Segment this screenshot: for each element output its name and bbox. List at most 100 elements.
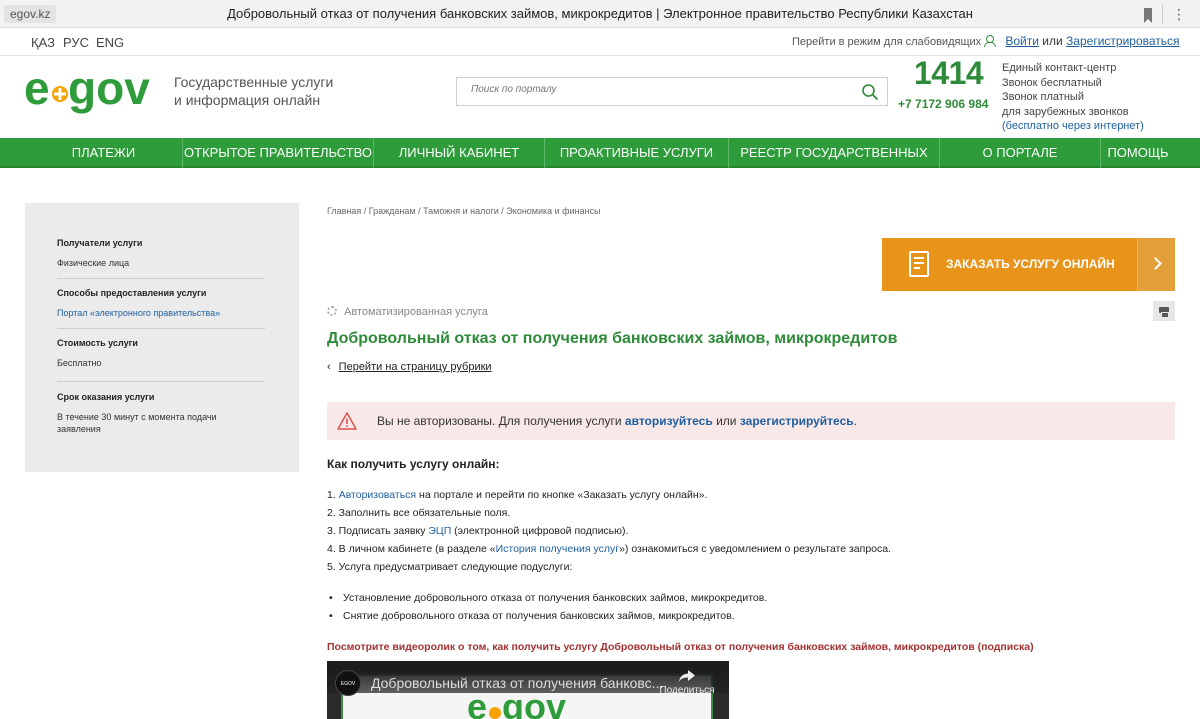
breadcrumb[interactable]: Главная / Гражданам / Таможня и налоги /… bbox=[327, 206, 601, 216]
step-1: 1. Авторизоваться на портале и перейти п… bbox=[327, 486, 891, 504]
term-title: Срок оказания услуги bbox=[57, 392, 155, 402]
contact-center-number[interactable]: 1414 bbox=[914, 55, 984, 92]
share-label: Поделиться bbox=[659, 685, 715, 696]
nav-personal-account[interactable]: ЛИЧНЫЙ КАБИНЕТ bbox=[374, 138, 545, 168]
step-4: 4. В личном кабинете (в разделе «История… bbox=[327, 540, 891, 558]
utility-bar: ҚАЗ РУС ENG Перейти в режим для слабовид… bbox=[0, 28, 1200, 56]
browser-bar: egov.kz Добровольный отказ от получения … bbox=[0, 0, 1200, 28]
tagline-line-2: и информация онлайн bbox=[174, 92, 321, 108]
print-icon[interactable] bbox=[1153, 301, 1175, 321]
step-1-text: на портале и перейти по кнопке «Заказать… bbox=[416, 489, 708, 501]
term-value: В течение 30 минут с момента подачи заяв… bbox=[57, 412, 217, 434]
steps-list: 1. Авторизоваться на портале и перейти п… bbox=[327, 486, 891, 576]
alert-period: . bbox=[853, 414, 857, 428]
cost-value: Бесплатно bbox=[57, 358, 102, 368]
alert-text: Вы не авторизованы. Для получения услуги bbox=[377, 414, 622, 428]
automated-service-text: Автоматизированная услуга bbox=[344, 306, 488, 318]
svg-text:gov: gov bbox=[68, 62, 150, 114]
chevron-left-icon: ‹ bbox=[327, 361, 331, 373]
methods-block: Способы предоставления услуги Портал «эл… bbox=[57, 288, 265, 319]
alert-or-text: или bbox=[716, 414, 737, 428]
divider bbox=[57, 328, 265, 329]
nav-proactive-services[interactable]: ПРОАКТИВНЫЕ УСЛУГИ bbox=[545, 138, 729, 168]
order-button-label: ЗАКАЗАТЬ УСЛУГУ ОНЛАЙН bbox=[946, 257, 1115, 271]
service-info-sidebar: Получатели услуги Физические лица Способ… bbox=[25, 203, 299, 472]
divider bbox=[57, 278, 265, 279]
back-link-text: Перейти на страницу рубрики bbox=[338, 361, 492, 373]
contact-note: Звонок бесплатный bbox=[1002, 76, 1102, 89]
or-text: или bbox=[1042, 34, 1063, 48]
contact-notes: Единый контакт-центр Звонок бесплатный З… bbox=[1002, 61, 1144, 134]
egov-logo[interactable]: e gov bbox=[24, 62, 164, 118]
contact-note: для зарубежных звонков bbox=[1002, 105, 1129, 118]
step-4-text-end: ») ознакомиться с уведомлением о результ… bbox=[619, 543, 892, 555]
low-vision-link[interactable]: Перейти в режим для слабовидящих bbox=[792, 36, 981, 48]
back-to-category-link[interactable]: ‹ Перейти на страницу рубрики bbox=[327, 361, 492, 373]
step-1-login-link[interactable]: Авторизоваться bbox=[339, 489, 416, 501]
bookmark-icon[interactable] bbox=[1144, 8, 1152, 23]
cost-block: Стоимость услуги Бесплатно bbox=[57, 338, 265, 369]
lang-kaz[interactable]: ҚАЗ bbox=[31, 35, 55, 50]
order-service-online-button[interactable]: ЗАКАЗАТЬ УСЛУГУ ОНЛАЙН bbox=[882, 238, 1175, 291]
divider bbox=[1162, 4, 1163, 24]
methods-title: Способы предоставления услуги bbox=[57, 288, 207, 298]
contact-note-link[interactable]: (бесплатно через интернет) bbox=[1002, 119, 1144, 134]
recipients-block: Получатели услуги Физические лица bbox=[57, 238, 265, 269]
recipients-value: Физические лица bbox=[57, 258, 130, 268]
how-to-get-title: Как получить услугу онлайн: bbox=[327, 457, 500, 471]
tagline: Государственные услуги и информация онла… bbox=[174, 73, 364, 109]
step-2: 2. Заполнить все обязательные поля. bbox=[327, 507, 511, 519]
cost-title: Стоимость услуги bbox=[57, 338, 138, 348]
subservice-item: Установление добровольного отказа от пол… bbox=[327, 589, 767, 607]
contact-note: Единый контакт-центр bbox=[1002, 62, 1117, 74]
step-4-text: 4. В личном кабинете (в разделе « bbox=[327, 543, 496, 555]
nav-payments[interactable]: ПЛАТЕЖИ bbox=[25, 138, 183, 168]
user-icon bbox=[984, 35, 996, 47]
tagline-line-1: Государственные услуги bbox=[174, 74, 334, 90]
step-3: 3. Подписать заявку ЭЦП (электронной циф… bbox=[327, 522, 891, 540]
auth-warning-alert: Вы не авторизованы. Для получения услуги… bbox=[327, 402, 1175, 440]
nav-services-registry[interactable]: РЕЕСТР ГОСУДАРСТВЕННЫХ УСЛУГ bbox=[729, 138, 940, 190]
share-icon bbox=[679, 670, 695, 682]
video-player[interactable]: e gov EGOV Добровольный отказ от получен… bbox=[327, 661, 729, 719]
nav-help[interactable]: ПОМОЩЬ bbox=[1101, 138, 1175, 168]
alert-message: Вы не авторизованы. Для получения услуги… bbox=[377, 402, 857, 440]
page-title: Добровольный отказ от получения банковск… bbox=[327, 330, 898, 347]
subservice-item: Снятие добровольного отказа от получения… bbox=[327, 607, 767, 625]
search-input[interactable] bbox=[471, 84, 851, 95]
lang-eng[interactable]: ENG bbox=[96, 35, 124, 50]
video-caption: Посмотрите видеоролик о том, как получит… bbox=[327, 641, 1034, 653]
search-box bbox=[456, 77, 888, 106]
register-link[interactable]: Зарегистрироваться bbox=[1066, 34, 1179, 48]
share-button[interactable]: Поделиться bbox=[657, 669, 717, 696]
subservices-list: Установление добровольного отказа от пол… bbox=[327, 589, 767, 625]
lang-rus[interactable]: РУС bbox=[63, 35, 89, 50]
channel-avatar[interactable]: EGOV bbox=[335, 670, 361, 696]
main-nav: ПЛАТЕЖИ ОТКРЫТОЕ ПРАВИТЕЛЬСТВО ЛИЧНЫЙ КА… bbox=[0, 138, 1200, 190]
contact-note: Звонок платный bbox=[1002, 91, 1084, 103]
step-4-history-link[interactable]: История получения услуг bbox=[496, 543, 619, 555]
contact-phone-number[interactable]: +7 7172 906 984 bbox=[898, 97, 988, 111]
step-3-text-end: (электронной цифровой подписью). bbox=[451, 525, 629, 537]
divider bbox=[57, 381, 265, 382]
svg-text:e: e bbox=[24, 62, 50, 114]
step-3-eds-link[interactable]: ЭЦП bbox=[428, 525, 451, 537]
step-3-text: 3. Подписать заявку bbox=[327, 525, 429, 537]
gear-icon bbox=[327, 306, 337, 316]
document-icon bbox=[909, 251, 929, 277]
step-5: 5. Услуга предусматривает следующие поду… bbox=[327, 561, 573, 573]
search-icon[interactable] bbox=[861, 83, 879, 101]
chevron-right-icon bbox=[1137, 238, 1175, 291]
methods-value-link[interactable]: Портал «электронного правительства» bbox=[57, 307, 265, 319]
alert-login-link[interactable]: авторизуйтесь bbox=[625, 414, 713, 428]
alert-register-link[interactable]: зарегистрируйтесь bbox=[740, 414, 854, 428]
video-title[interactable]: Добровольный отказ от получения банковс.… bbox=[371, 675, 663, 691]
step-1-number: 1. bbox=[327, 489, 339, 501]
page-tab-title: Добровольный отказ от получения банковск… bbox=[227, 6, 973, 21]
more-menu-icon[interactable]: ⋮ bbox=[1172, 3, 1186, 25]
login-link[interactable]: Войти bbox=[1005, 34, 1039, 48]
warning-icon bbox=[337, 412, 357, 430]
nav-about-portal[interactable]: О ПОРТАЛЕ bbox=[940, 138, 1101, 168]
nav-open-government[interactable]: ОТКРЫТОЕ ПРАВИТЕЛЬСТВО bbox=[183, 138, 374, 168]
automated-service-label: Автоматизированная услуга bbox=[327, 306, 488, 318]
